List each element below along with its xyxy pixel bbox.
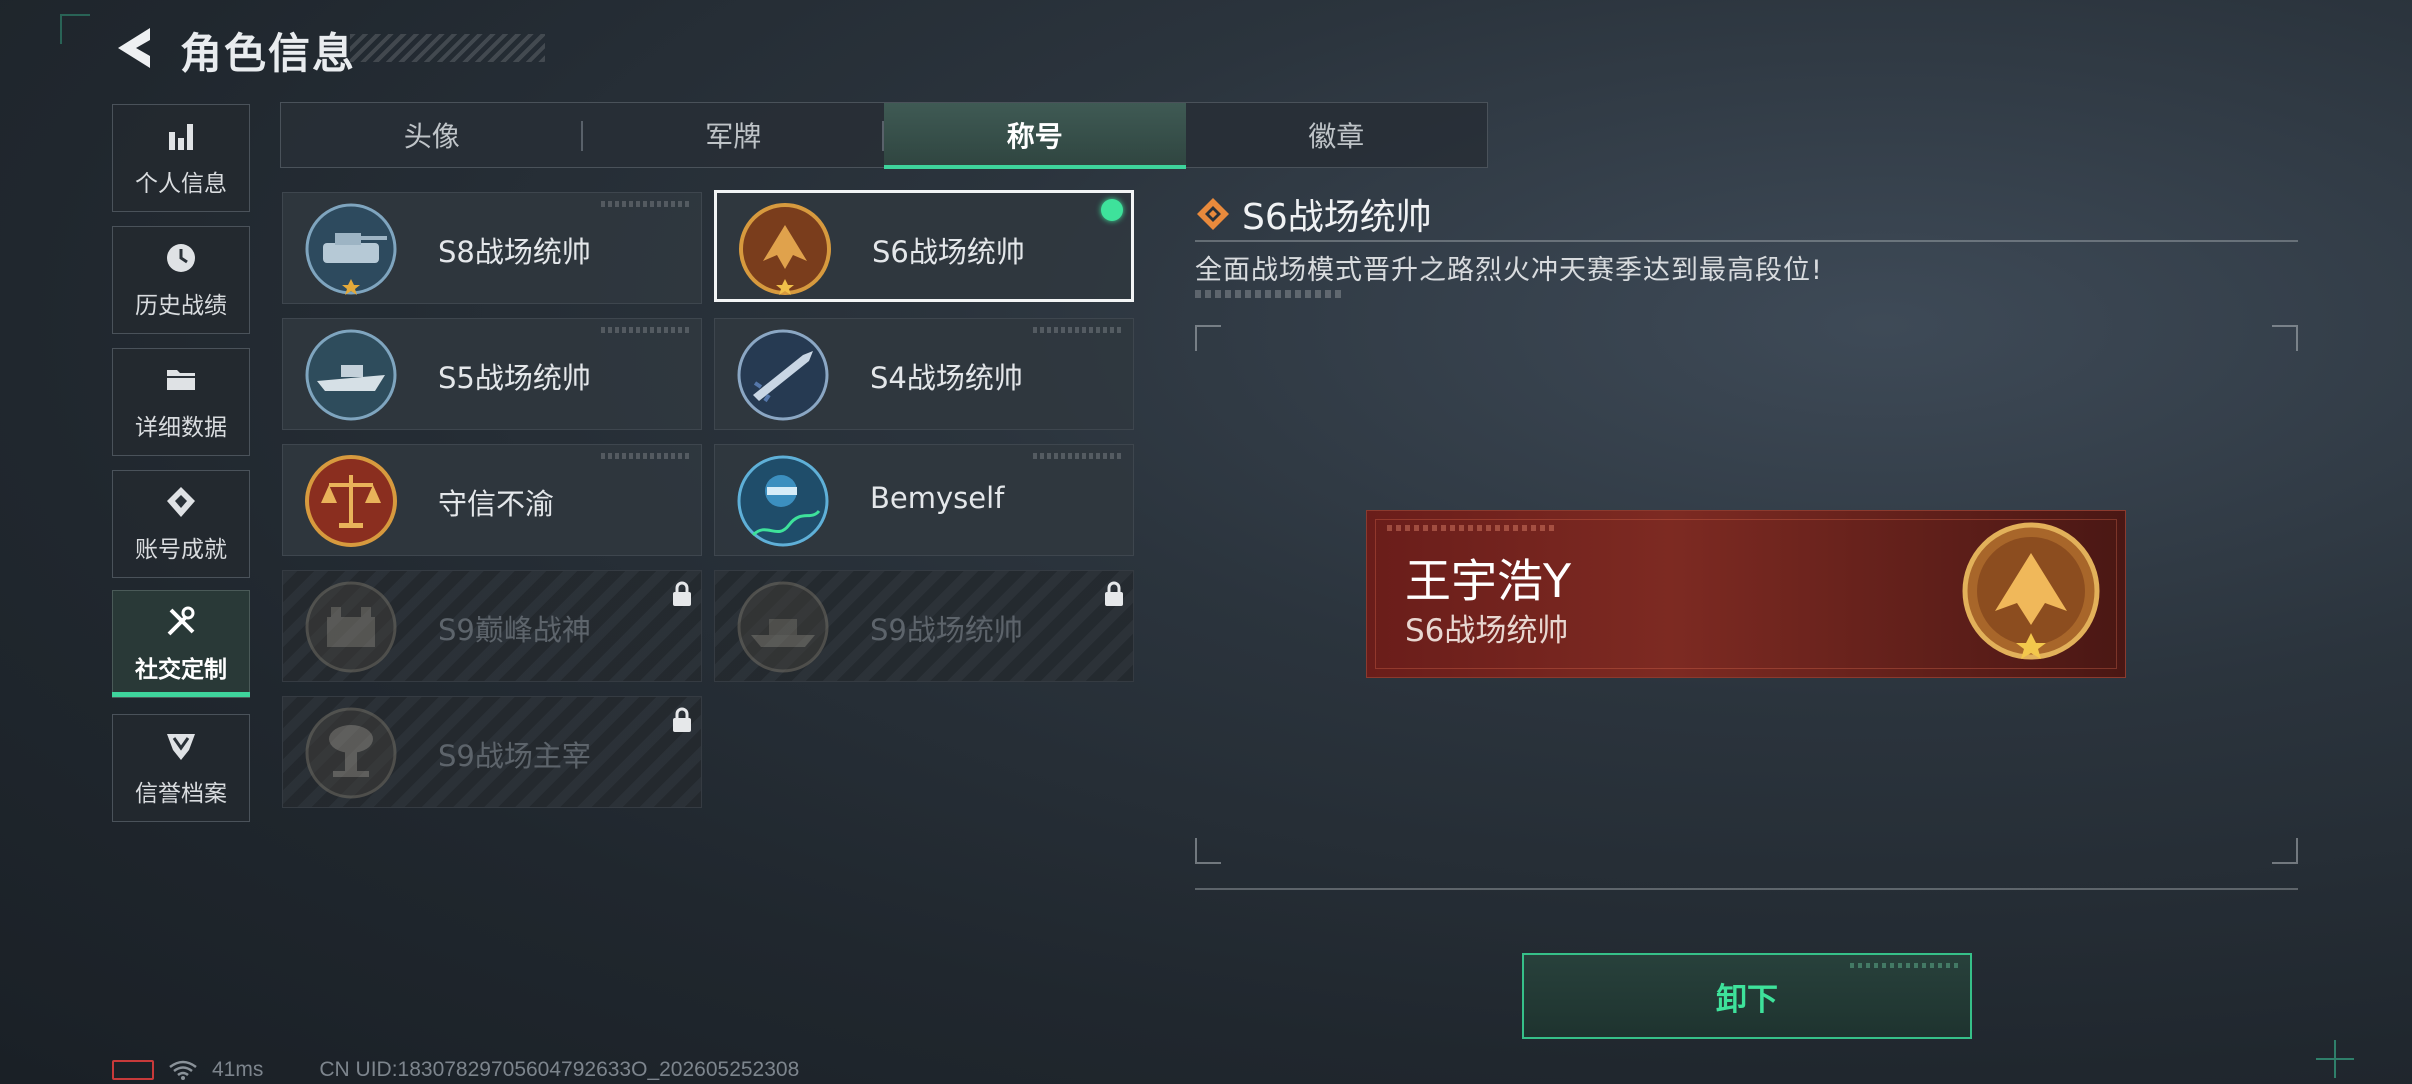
tab-badge[interactable]: 徽章 [1186,103,1488,167]
tab-label: 徽章 [1308,120,1365,153]
tab-avatar[interactable]: 头像 [281,103,583,167]
achievement-icon [167,487,195,517]
jet-medal-icon [1962,522,2100,660]
title-card-locked[interactable]: S9战场统帅 [714,570,1134,682]
soldier-signature-medal-icon [737,455,829,547]
sidebar-item-achievements[interactable]: 账号成就 [112,470,250,578]
title-card[interactable]: 守信不渝 [282,444,702,556]
tab-label: 头像 [403,120,460,153]
title-card[interactable]: S4战场统帅 [714,318,1134,430]
tab-label: 称号 [1006,120,1063,153]
sidebar-item-label: 个人信息 [135,171,227,197]
tools-icon [167,606,195,636]
sidebar-item-label: 账号成就 [135,537,227,563]
boat-medal-icon [305,329,397,421]
sidebar-item-social-customization[interactable]: 社交定制 [112,590,250,698]
category-tabs: 头像 军牌 称号 徽章 [280,102,1488,169]
title-preview-banner: 王宇浩Y S6战场统帅 [1366,510,2126,678]
lock-icon [1105,581,1123,606]
card-deco [601,453,691,459]
title-name: S9战场统帅 [870,613,1023,647]
status-bar: 41ms CN UID:18307829705604792633O_202605… [112,1058,799,1082]
sidebar-item-label: 历史战绩 [135,293,227,319]
frame-corner [2272,325,2298,351]
card-deco [601,201,691,207]
wifi-icon [169,1060,197,1080]
card-deco [601,327,691,333]
title-card[interactable]: S8战场统帅 [282,192,702,304]
title-card[interactable]: Bemyself [714,444,1134,556]
unequip-button[interactable]: 卸下 [1522,953,1972,1039]
sidebar-item-label: 社交定制 [135,657,227,683]
title-name: S6战场统帅 [872,235,1025,269]
title-card-locked[interactable]: S9战场主宰 [282,696,702,808]
detail-deco [1195,290,1345,298]
ship-medal-icon [737,581,829,673]
sidebar-active-indicator [112,692,250,697]
title-name: S9巅峰战神 [438,613,591,647]
title-name: Bemyself [870,481,1005,515]
folder-icon [167,370,195,390]
card-deco [1033,453,1123,459]
diamond-icon [1197,198,1229,230]
card-deco [1033,327,1123,333]
banner-deco [1387,525,1557,531]
sidebar-item-history[interactable]: 历史战绩 [112,226,250,334]
player-name: 王宇浩Y [1405,554,1572,608]
tank-medal-icon [305,203,397,295]
ping-value: 41ms [212,1058,264,1081]
lock-icon [673,707,691,732]
title-name: S8战场统帅 [438,235,591,269]
missile-medal-icon [737,329,829,421]
title-card-selected[interactable]: S6战场统帅 [714,190,1134,302]
lock-icon [673,581,691,606]
tab-dog-tag[interactable]: 军牌 [583,103,884,167]
title-name: S5战场统帅 [438,361,591,395]
crosshair-icon [2316,1040,2354,1078]
detail-title: S6战场统帅 [1242,197,1432,238]
divider [1195,240,2298,242]
back-arrow-icon[interactable] [112,24,156,72]
title-name: 守信不渝 [438,487,555,521]
sidebar-item-detailed-data[interactable]: 详细数据 [112,348,250,456]
fortress-medal-icon [305,581,397,673]
frame-corner [2272,838,2298,864]
jet-medal-icon [739,203,831,295]
title-card[interactable]: S5战场统帅 [282,318,702,430]
frame-corner [1195,838,1221,864]
button-deco [1850,963,1960,968]
mushroom-cloud-medal-icon [305,707,397,799]
equipped-indicator [1101,199,1123,221]
title-card-locked[interactable]: S9巅峰战神 [282,570,702,682]
tab-label: 军牌 [705,120,762,153]
tab-title[interactable]: 称号 [884,103,1186,169]
sidebar-item-label: 详细数据 [135,415,227,441]
battery-icon [112,1060,154,1080]
unequip-label: 卸下 [1716,981,1778,1018]
frame-corner [1195,325,1221,351]
player-title: S6战场统帅 [1405,613,1569,649]
title-stripe [350,34,545,62]
divider [1195,888,2298,890]
history-clock-icon [167,244,195,272]
sidebar-item-reputation[interactable]: 信誉档案 [112,714,250,822]
sidebar-item-label: 信誉档案 [135,781,227,807]
sidebar-item-personal-info[interactable]: 个人信息 [112,104,250,212]
frame-corner [60,14,90,44]
scales-medal-icon [305,455,397,547]
user-uid: CN UID:18307829705604792633O_20260525230… [319,1058,800,1081]
bar-chart-icon [169,124,193,150]
title-name: S9战场主宰 [438,739,591,773]
detail-description: 全面战场模式晋升之路烈火冲天赛季达到最高段位! [1195,255,1823,286]
title-name: S4战场统帅 [870,361,1023,395]
reputation-icon [167,734,195,760]
page-title: 角色信息 [180,29,357,78]
